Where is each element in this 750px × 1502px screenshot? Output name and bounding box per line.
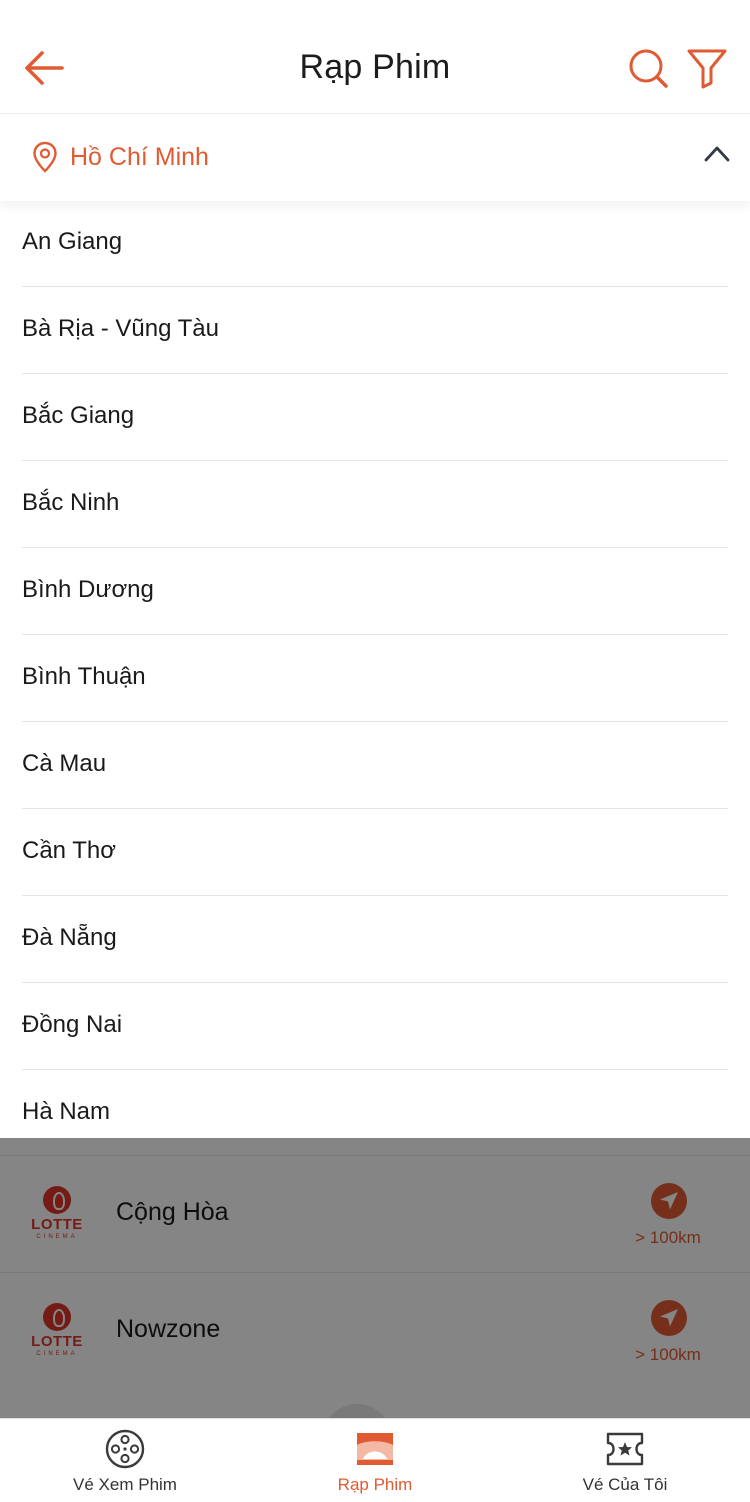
province-item[interactable]: An Giang <box>22 200 728 287</box>
province-item[interactable]: Bà Rịa - Vũng Tàu <box>22 287 728 374</box>
location-pin-icon <box>33 141 57 173</box>
selected-city-label: Hồ Chí Minh <box>70 143 209 171</box>
province-item[interactable]: Bắc Ninh <box>22 461 728 548</box>
search-button[interactable] <box>626 46 670 90</box>
chevron-up-icon[interactable] <box>702 142 732 164</box>
theater-icon <box>357 1433 393 1465</box>
city-selector[interactable]: Hồ Chí Minh <box>0 115 750 201</box>
top-app-bar: Rạp Phim <box>0 0 750 114</box>
bottom-tab-bar: Vé Xem Phim Rạp Phim Vé Của Tôi <box>0 1418 750 1502</box>
tab-label: Vé Xem Phim <box>73 1475 177 1494</box>
province-item[interactable]: Đồng Nai <box>22 983 728 1070</box>
filter-button[interactable] <box>686 46 728 90</box>
film-reel-icon <box>105 1429 145 1469</box>
province-item[interactable]: Hà Nam <box>22 1070 728 1138</box>
province-item[interactable]: Bình Dương <box>22 548 728 635</box>
tab-my-tickets[interactable]: Vé Của Tôi <box>500 1419 750 1502</box>
tab-label: Vé Của Tôi <box>582 1475 668 1494</box>
search-icon <box>629 49 668 88</box>
province-item[interactable]: Đà Nẵng <box>22 896 728 983</box>
filter-icon <box>687 49 727 89</box>
province-dropdown-list: An Giang Bà Rịa - Vũng Tàu Bắc Giang Bắc… <box>0 200 750 1138</box>
province-item[interactable]: Cần Thơ <box>22 809 728 896</box>
tab-movie-tickets[interactable]: Vé Xem Phim <box>0 1419 250 1502</box>
tab-cinemas[interactable]: Rạp Phim <box>250 1419 500 1502</box>
province-item[interactable]: Bắc Giang <box>22 374 728 461</box>
tab-label: Rạp Phim <box>337 1475 413 1494</box>
app-screen: Rạp Phim Hồ Chí Minh An Giang Bà Rịa - V… <box>0 0 750 1502</box>
province-item[interactable]: Bình Thuận <box>22 635 728 722</box>
province-item[interactable]: Cà Mau <box>22 722 728 809</box>
dim-overlay[interactable] <box>0 1138 750 1418</box>
ticket-star-icon <box>606 1432 644 1466</box>
